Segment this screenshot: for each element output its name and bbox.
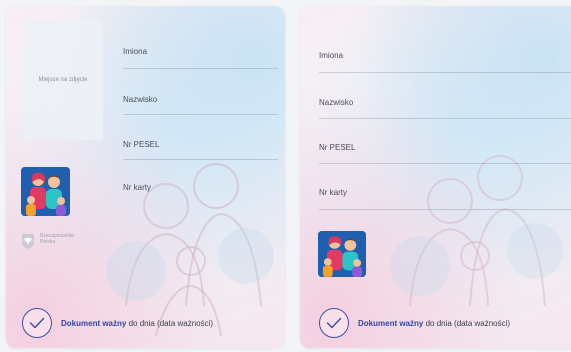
field-label-card-number: Nr karty bbox=[123, 183, 151, 192]
family-logo-icon bbox=[21, 167, 70, 216]
field-label-pesel: Nr PESEL bbox=[123, 140, 160, 149]
field-label-surname: Nazwisko bbox=[319, 98, 354, 107]
field-label-first-names: Imiona bbox=[123, 47, 148, 56]
field-label-first-names: Imiona bbox=[319, 51, 344, 60]
family-card-back: Imiona Nazwisko Nr PESEL Nr karty Dokume… bbox=[300, 6, 571, 348]
validity-date-text: do dnia (data ważności) bbox=[126, 318, 214, 328]
state-emblem: Rzeczpospolita Polska bbox=[21, 233, 74, 250]
field-divider bbox=[123, 159, 278, 160]
validity-row: Dokument ważny do dnia (data ważności) bbox=[319, 308, 510, 338]
family-logo-icon bbox=[318, 231, 366, 277]
validity-text: Dokument ważny do dnia (data ważności) bbox=[358, 319, 510, 328]
photo-placeholder: Miejsce na zdjęcie bbox=[23, 20, 103, 140]
field-divider bbox=[319, 209, 571, 210]
check-circle-icon bbox=[319, 308, 349, 338]
family-card-front: Miejsce na zdjęcie Imiona Nazwisko Nr PE… bbox=[6, 6, 285, 348]
emblem-text-line-2: Polska bbox=[40, 239, 56, 245]
field-label-card-number: Nr karty bbox=[319, 188, 347, 197]
field-label-pesel: Nr PESEL bbox=[319, 143, 356, 152]
field-label-surname: Nazwisko bbox=[123, 95, 158, 104]
photo-placeholder-label: Miejsce na zdjęcie bbox=[38, 77, 88, 83]
field-divider bbox=[123, 68, 278, 69]
field-divider bbox=[319, 72, 571, 73]
eagle-emblem-icon bbox=[22, 234, 34, 249]
validity-strong-text: Dokument ważny bbox=[61, 318, 127, 328]
field-divider bbox=[319, 163, 571, 164]
validity-strong-text: Dokument ważny bbox=[358, 318, 424, 328]
screen: Miejsce na zdjęcie Imiona Nazwisko Nr PE… bbox=[0, 0, 571, 352]
field-divider bbox=[319, 118, 571, 119]
validity-text: Dokument ważny do dnia (data ważności) bbox=[61, 319, 213, 328]
validity-date-text: do dnia (data ważności) bbox=[423, 318, 511, 328]
check-circle-icon bbox=[22, 308, 52, 338]
validity-row: Dokument ważny do dnia (data ważności) bbox=[22, 308, 213, 338]
field-divider bbox=[123, 114, 278, 115]
